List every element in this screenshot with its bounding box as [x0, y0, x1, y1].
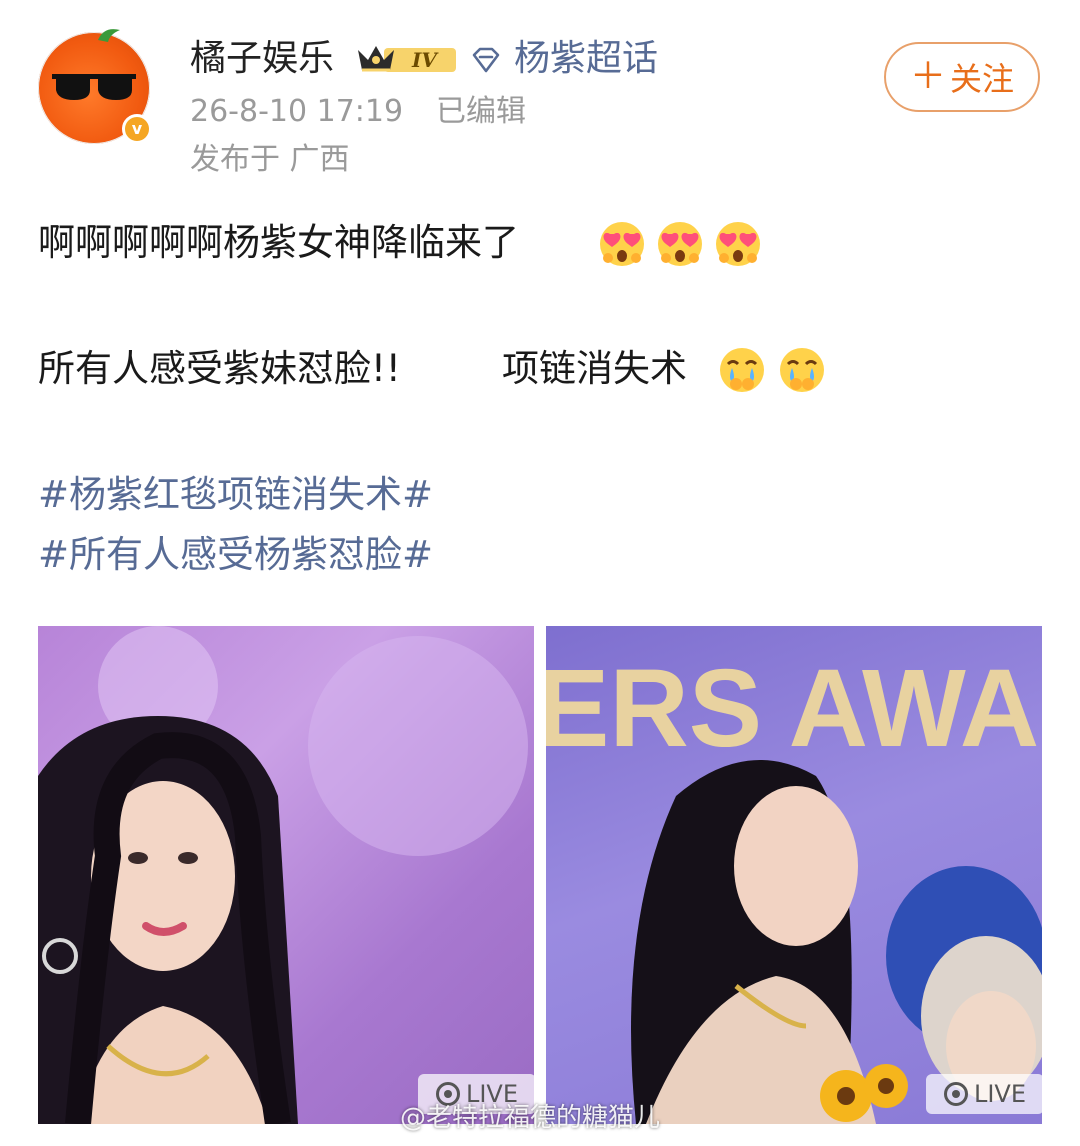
- post-text-line-2: 所有人感受紫妹怼脸!!: [38, 347, 401, 390]
- verified-badge: v: [122, 114, 152, 144]
- backdrop-letters: ERS AWAR: [546, 647, 1042, 770]
- hashtag-link[interactable]: #所有人感受杨紫怼脸#: [38, 530, 433, 580]
- author-avatar[interactable]: v: [38, 29, 152, 144]
- live-label: LIVE: [973, 1080, 1027, 1108]
- source-watermark: @老特拉福德的糖猫儿: [400, 1103, 661, 1133]
- super-topic-diamond-icon[interactable]: [470, 46, 502, 74]
- post-photo-1[interactable]: [38, 626, 534, 1124]
- post-timestamp: 26-8-10 17:19: [190, 94, 404, 129]
- live-icon: [943, 1082, 968, 1106]
- post-text-line-1: 啊啊啊啊啊杨紫女神降临来了: [38, 221, 519, 264]
- sunglasses-icon: [52, 74, 136, 100]
- super-topic-link[interactable]: 杨紫超话: [514, 36, 658, 82]
- level-badge-text: IV: [411, 48, 439, 72]
- plus-icon: ＋: [909, 56, 946, 97]
- touched-tears-emoji-icon: [720, 348, 764, 392]
- edited-label[interactable]: 已编辑: [436, 92, 526, 132]
- post-text-line-2b: 项链消失术: [502, 347, 687, 390]
- follow-label: 关注: [950, 60, 1015, 98]
- post-location: 发布于 广西: [190, 142, 350, 177]
- love-eyes-emoji-icon: [716, 222, 760, 266]
- love-eyes-emoji-icon: [600, 222, 644, 266]
- photo-1-illustration: [38, 626, 528, 1124]
- post-photo-2[interactable]: ERS AWAR: [546, 626, 1042, 1124]
- leaf-icon: [98, 29, 120, 42]
- love-eyes-emoji-icon: [658, 222, 702, 266]
- photo-2-illustration: ERS AWAR: [546, 647, 1042, 1124]
- author-name[interactable]: 橘子娱乐: [190, 36, 334, 82]
- touched-tears-emoji-icon: [780, 348, 824, 392]
- crown-level-badge-icon: IV: [358, 46, 456, 72]
- follow-button[interactable]: ＋ 关注: [884, 42, 1040, 112]
- hashtag-link[interactable]: #杨紫红毯项链消失术#: [38, 470, 433, 520]
- live-photo-button[interactable]: LIVE: [926, 1074, 1044, 1114]
